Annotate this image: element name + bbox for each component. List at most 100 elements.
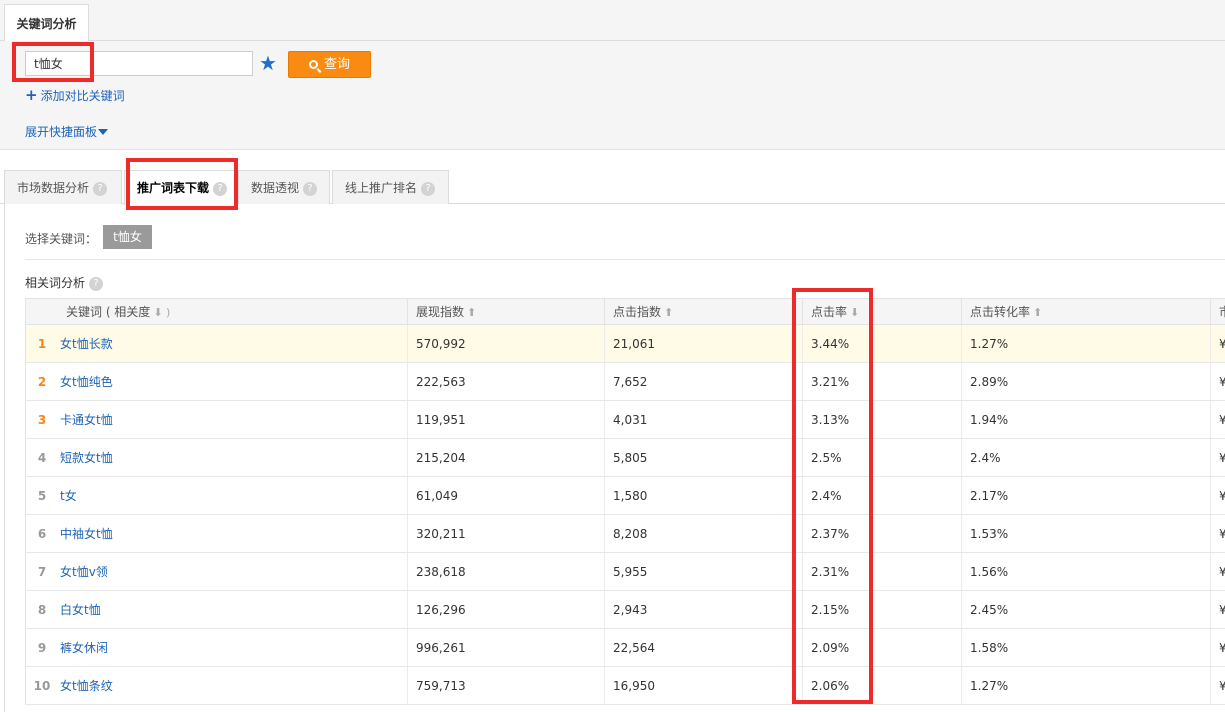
expand-panel-label: 展开快捷面板	[25, 125, 98, 139]
plus-icon: +	[25, 86, 38, 104]
keyword-link[interactable]: 女t恤纯色	[60, 375, 113, 389]
table-row[interactable]: 5 t女 61,049 1,580 2.4% 2.17% ¥	[25, 476, 1225, 515]
keyword-link[interactable]: 女t恤长款	[60, 337, 113, 351]
cell-clicks: 8,208	[604, 514, 803, 553]
col-header-label: 关键词 ( 相关度	[66, 305, 151, 319]
query-button-label: 查询	[323, 57, 350, 72]
tab-label: 线上推广排名	[345, 181, 418, 195]
cell-cvr: 2.4%	[961, 438, 1211, 477]
keyword-link[interactable]: t女	[60, 489, 77, 503]
cell-keyword: 7 女t恤v领	[25, 552, 408, 591]
keyword-link[interactable]: 卡通女t恤	[60, 413, 113, 427]
cell-impression: 119,951	[407, 400, 605, 439]
col-header-keyword[interactable]: 关键词 ( 相关度 ⬇ )	[25, 298, 408, 325]
help-icon[interactable]: ?	[93, 182, 108, 196]
select-keyword-label: 选择关键词：	[25, 232, 98, 246]
add-compare-keyword-link[interactable]: + 添加对比关键词	[25, 86, 125, 104]
expand-quick-panel-link[interactable]: 展开快捷面板	[25, 123, 109, 140]
cell-impression: 238,618	[407, 552, 605, 591]
col-header-label: 点击转化率	[970, 305, 1031, 319]
help-icon[interactable]: ?	[303, 182, 318, 196]
table-row[interactable]: 2 女t恤纯色 222,563 7,652 3.21% 2.89% ¥	[25, 362, 1225, 401]
selected-keyword-chip[interactable]: t恤女	[103, 225, 152, 249]
cell-cvr: 2.45%	[961, 590, 1211, 629]
keyword-link[interactable]: 裤女休闲	[60, 641, 108, 655]
cell-price: ¥	[1210, 476, 1225, 515]
cell-clicks: 22,564	[604, 628, 803, 667]
cell-price: ¥	[1210, 400, 1225, 439]
tab-data-pivot[interactable]: 数据透视?	[238, 170, 330, 204]
col-header-label: 点击指数	[613, 305, 662, 319]
star-icon[interactable]: ★	[259, 53, 279, 73]
section-title: 相关词分析?	[25, 274, 104, 291]
search-icon	[308, 60, 318, 69]
rank-number: 7	[37, 565, 47, 579]
cell-keyword: 1 女t恤长款	[25, 324, 408, 363]
cell-cvr: 1.94%	[961, 400, 1211, 439]
rank-number: 2	[37, 375, 47, 389]
help-icon[interactable]: ?	[89, 277, 104, 291]
sort-up-icon: ⬆	[1033, 306, 1043, 319]
col-header-clicks[interactable]: 点击指数 ⬆	[604, 298, 803, 325]
cell-ctr: 2.15%	[802, 590, 962, 629]
keyword-link[interactable]: 女t恤条纹	[60, 679, 113, 693]
keyword-link[interactable]: 女t恤v领	[60, 565, 108, 579]
cell-ctr: 2.09%	[802, 628, 962, 667]
col-header-cvr[interactable]: 点击转化率 ⬆	[961, 298, 1211, 325]
cell-clicks: 4,031	[604, 400, 803, 439]
cell-price: ¥	[1210, 324, 1225, 363]
col-header-ctr[interactable]: 点击率 ⬇	[802, 298, 962, 325]
tab-label: 数据透视	[251, 181, 300, 195]
cell-ctr: 3.21%	[802, 362, 962, 401]
cell-keyword: 5 t女	[25, 476, 408, 515]
table-row[interactable]: 7 女t恤v领 238,618 5,955 2.31% 1.56% ¥	[25, 552, 1225, 591]
col-header-label: 点击率	[811, 305, 848, 319]
query-button[interactable]: 查询	[288, 51, 371, 78]
col-header-price[interactable]: 市	[1210, 298, 1225, 325]
tab-online-ranking[interactable]: 线上推广排名?	[332, 170, 449, 204]
cell-price: ¥	[1210, 628, 1225, 667]
keyword-link[interactable]: 白女t恤	[60, 603, 101, 617]
cell-clicks: 7,652	[604, 362, 803, 401]
cell-price: ¥	[1210, 552, 1225, 591]
table-row[interactable]: 6 中袖女t恤 320,211 8,208 2.37% 1.53% ¥	[25, 514, 1225, 553]
tab-market-data[interactable]: 市场数据分析?	[4, 170, 122, 204]
col-header-label: 展现指数	[416, 305, 465, 319]
table-row[interactable]: 4 短款女t恤 215,204 5,805 2.5% 2.4% ¥	[25, 438, 1225, 477]
page-tab-divider	[0, 40, 1225, 41]
cell-price: ¥	[1210, 438, 1225, 477]
search-input[interactable]	[25, 51, 253, 76]
page-tab-keyword-analysis[interactable]: 关键词分析	[4, 4, 89, 41]
table-row[interactable]: 9 裤女休闲 996,261 22,564 2.09% 1.58% ¥	[25, 628, 1225, 667]
cell-ctr: 2.06%	[802, 666, 962, 705]
cell-clicks: 1,580	[604, 476, 803, 515]
help-icon[interactable]: ?	[421, 182, 436, 196]
tab-keyword-download[interactable]: 推广词表下载?	[124, 170, 236, 205]
cell-impression: 759,713	[407, 666, 605, 705]
cell-ctr: 2.37%	[802, 514, 962, 553]
cell-impression: 126,296	[407, 590, 605, 629]
table-row[interactable]: 10 女t恤条纹 759,713 16,950 2.06% 1.27% ¥	[25, 666, 1225, 705]
keyword-link[interactable]: 短款女t恤	[60, 451, 113, 465]
cell-ctr: 2.31%	[802, 552, 962, 591]
rank-number: 9	[37, 641, 47, 655]
cell-clicks: 16,950	[604, 666, 803, 705]
cell-cvr: 2.17%	[961, 476, 1211, 515]
table-row[interactable]: 8 白女t恤 126,296 2,943 2.15% 2.45% ¥	[25, 590, 1225, 629]
col-header-impression[interactable]: 展现指数 ⬆	[407, 298, 605, 325]
sort-down-icon: ⬇ )	[153, 306, 171, 319]
help-icon[interactable]: ?	[213, 182, 228, 196]
cell-cvr: 1.58%	[961, 628, 1211, 667]
cell-cvr: 1.56%	[961, 552, 1211, 591]
sort-down-icon: ⬇	[850, 306, 860, 319]
rank-number: 4	[37, 451, 47, 465]
table-row[interactable]: 1 女t恤长款 570,992 21,061 3.44% 1.27% ¥	[25, 324, 1225, 363]
related-keywords-table: 关键词 ( 相关度⬇ ) 展现指数⬆ 点击指数⬆ 点击率⬇ 点击转化率⬆ 市 1…	[25, 298, 1225, 705]
cell-cvr: 2.89%	[961, 362, 1211, 401]
cell-cvr: 1.27%	[961, 324, 1211, 363]
cell-impression: 215,204	[407, 438, 605, 477]
table-row[interactable]: 3 卡通女t恤 119,951 4,031 3.13% 1.94% ¥	[25, 400, 1225, 439]
cell-keyword: 9 裤女休闲	[25, 628, 408, 667]
keyword-link[interactable]: 中袖女t恤	[60, 527, 113, 541]
cell-ctr: 3.13%	[802, 400, 962, 439]
